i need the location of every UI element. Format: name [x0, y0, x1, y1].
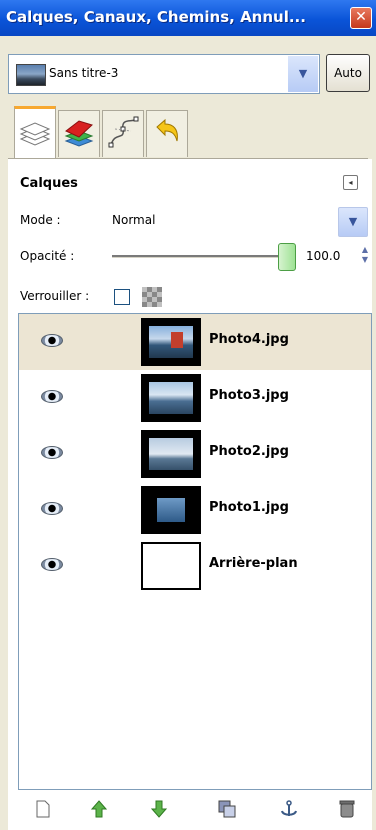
raise-layer-icon[interactable]	[90, 800, 108, 820]
tab-layers[interactable]	[14, 106, 56, 161]
duplicate-layer-icon[interactable]	[218, 800, 236, 820]
lock-pixels-checkbox[interactable]	[114, 289, 130, 305]
layers-list[interactable]: Photo4.jpg Photo3.jpg Photo2.jpg Photo1.…	[18, 313, 372, 790]
layer-thumbnail	[141, 318, 201, 366]
list-item[interactable]: Arrière-plan	[19, 538, 371, 594]
tab-undo[interactable]	[146, 110, 188, 157]
layer-thumbnail	[141, 374, 201, 422]
image-selector[interactable]: Sans titre-3 ▼	[8, 54, 320, 94]
undo-history-tab-icon	[156, 118, 178, 142]
image-name: Sans titre-3	[49, 66, 119, 80]
opacity-slider-thumb[interactable]	[278, 243, 296, 271]
panel-menu-icon[interactable]: ◂	[343, 175, 358, 190]
list-item[interactable]: Photo3.jpg	[19, 370, 371, 426]
eye-icon[interactable]	[41, 334, 63, 347]
layer-actions-bar	[18, 790, 370, 830]
dock-tabs	[14, 106, 374, 161]
layer-thumbnail	[141, 486, 201, 534]
eye-icon[interactable]	[41, 502, 63, 515]
chevron-down-icon[interactable]: ▼	[288, 56, 318, 92]
layer-name: Photo4.jpg	[209, 332, 289, 347]
opacity-value[interactable]: 100.0	[306, 249, 340, 263]
layer-thumbnail	[141, 430, 201, 478]
layer-name: Photo2.jpg	[209, 444, 289, 459]
panel-heading: Calques	[20, 176, 78, 191]
opacity-label: Opacité :	[20, 249, 75, 263]
layer-thumbnail	[141, 542, 201, 590]
opacity-spinner[interactable]: ▲ ▼	[360, 245, 370, 267]
chevron-down-icon[interactable]: ▼	[338, 207, 368, 237]
close-icon[interactable]: ✕	[350, 7, 372, 29]
list-item[interactable]: Photo1.jpg	[19, 482, 371, 538]
eye-icon[interactable]	[41, 390, 63, 403]
window-title: Calques, Canaux, Chemins, Annul...	[6, 8, 306, 26]
mode-label: Mode :	[20, 213, 61, 227]
list-item[interactable]: Photo4.jpg	[19, 314, 371, 370]
paths-tab-icon	[108, 116, 139, 148]
layers-panel: Calques ◂ Mode : Normal ▼ Opacité : 100.…	[8, 159, 372, 830]
layers-tab-icon	[19, 122, 51, 146]
layer-name: Arrière-plan	[209, 556, 298, 571]
new-layer-icon[interactable]	[34, 800, 52, 820]
lower-layer-icon[interactable]	[150, 800, 168, 820]
delete-layer-icon[interactable]	[338, 800, 356, 820]
image-selector-row: Sans titre-3 ▼ Auto	[8, 54, 370, 94]
tab-channels[interactable]	[58, 110, 100, 157]
lock-alpha-icon[interactable]	[142, 287, 162, 307]
window-titlebar: Calques, Canaux, Chemins, Annul... ✕	[0, 0, 376, 36]
auto-button[interactable]: Auto	[326, 54, 370, 92]
channels-tab-icon	[64, 120, 94, 147]
layer-name: Photo3.jpg	[209, 388, 289, 403]
image-thumbnail	[16, 64, 46, 86]
layer-name: Photo1.jpg	[209, 500, 289, 515]
lock-label: Verrouiller :	[20, 289, 90, 303]
list-item[interactable]: Photo2.jpg	[19, 426, 371, 482]
eye-icon[interactable]	[41, 446, 63, 459]
eye-icon[interactable]	[41, 558, 63, 571]
opacity-slider[interactable]	[112, 255, 292, 258]
anchor-layer-icon[interactable]	[280, 800, 298, 820]
tab-paths[interactable]	[102, 110, 144, 157]
mode-value[interactable]: Normal	[112, 213, 155, 227]
